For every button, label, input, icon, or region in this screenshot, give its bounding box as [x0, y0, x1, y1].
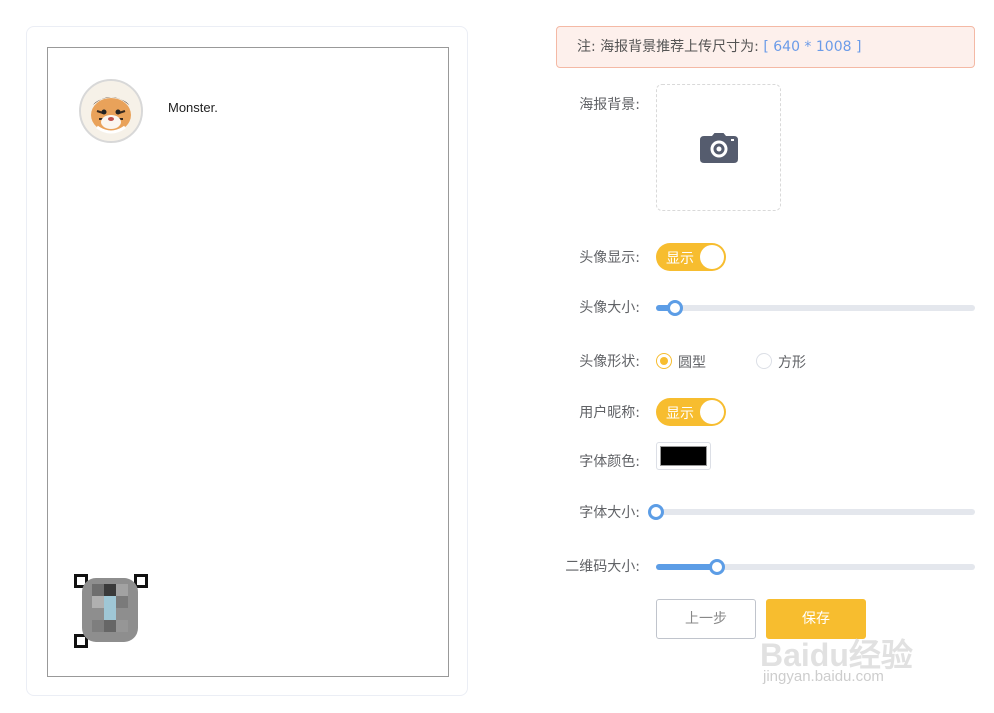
prev-step-button[interactable]: 上一步	[656, 599, 756, 639]
nickname-label: 用户昵称:	[579, 405, 640, 421]
switch-knob	[700, 400, 724, 424]
nickname-show-switch[interactable]: 显示	[656, 398, 726, 426]
radio-label: 圆型	[678, 355, 706, 371]
qrcode-image	[74, 574, 148, 648]
avatar	[79, 79, 143, 143]
tiger-avatar-image	[81, 81, 141, 141]
avatar-size-label: 头像大小:	[579, 300, 640, 316]
avatar-shape-label: 头像形状:	[579, 354, 640, 370]
watermark-sub: jingyan.baidu.com	[763, 668, 884, 685]
poster-canvas: Monster.	[47, 47, 449, 677]
avatar-show-switch[interactable]: 显示	[656, 243, 726, 271]
slider-thumb[interactable]	[708, 559, 725, 575]
upload-size-notice: 注: 海报背景推荐上传尺寸为: [ 640 * 1008 ]	[556, 26, 975, 68]
baidu-watermark: Baidu经验 jingyan.baidu.com	[760, 620, 960, 692]
poster-nickname: Monster.	[168, 100, 218, 115]
slider-thumb[interactable]	[667, 300, 684, 316]
radio-label: 方形	[778, 355, 806, 371]
background-label: 海报背景:	[579, 97, 640, 113]
avatar-show-switch-text: 显示	[666, 251, 694, 267]
font-size-label: 字体大小:	[579, 505, 640, 521]
notice-text: 注: 海报背景推荐上传尺寸为:	[577, 39, 764, 55]
radio-dot	[756, 353, 772, 369]
font-size-slider[interactable]	[648, 504, 975, 520]
qrcode-size-slider[interactable]	[656, 559, 975, 575]
avatar-size-slider[interactable]	[656, 300, 975, 316]
slider-thumb[interactable]	[648, 504, 664, 520]
avatar-show-label: 头像显示:	[579, 250, 640, 266]
background-upload[interactable]	[656, 84, 781, 211]
radio-dot	[656, 353, 672, 369]
switch-knob	[700, 245, 724, 269]
qrcode-size-label: 二维码大小:	[565, 559, 640, 575]
slider-fill	[656, 564, 717, 570]
font-color-picker[interactable]	[656, 442, 711, 470]
camera-icon	[700, 133, 738, 163]
poster-preview-card: Monster.	[26, 26, 468, 696]
font-color-swatch	[660, 446, 707, 466]
notice-size: [ 640 * 1008 ]	[763, 39, 862, 55]
nickname-show-switch-text: 显示	[666, 406, 694, 422]
font-color-label: 字体颜色:	[579, 454, 640, 470]
